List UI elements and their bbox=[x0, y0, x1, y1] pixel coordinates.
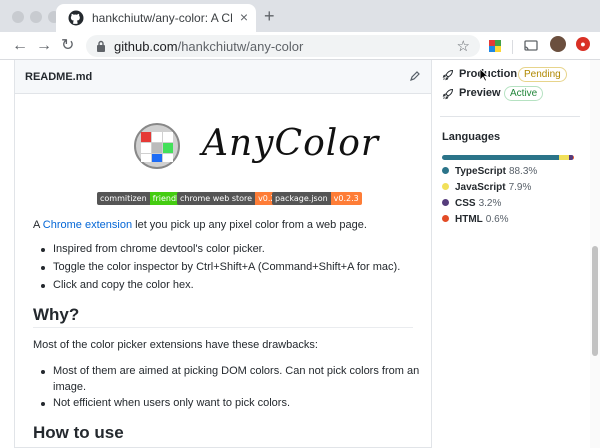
github-icon bbox=[68, 10, 84, 26]
intro-suffix: let you pick up any pixel color from a w… bbox=[132, 219, 367, 231]
language-name: TypeScript bbox=[455, 166, 506, 177]
anycolor-extension-icon[interactable] bbox=[488, 39, 502, 53]
readme-panel: README.md AnyColor commitizen friendly ch… bbox=[14, 60, 432, 448]
url-text: github.com/hankchiutw/any-color bbox=[114, 39, 303, 54]
language-item-html[interactable]: HTML 0.6% bbox=[442, 214, 509, 225]
anycolor-logo-icon bbox=[134, 123, 180, 169]
status-badge-pending: Pending bbox=[518, 67, 567, 82]
mouse-cursor-icon bbox=[479, 68, 489, 82]
url-path: /hankchiutw/any-color bbox=[177, 39, 304, 54]
language-name: HTML bbox=[455, 214, 483, 225]
language-name: JavaScript bbox=[455, 182, 506, 193]
profile-avatar[interactable] bbox=[550, 36, 566, 52]
readme-title: README.md bbox=[25, 71, 93, 83]
badge-label: package.json bbox=[272, 192, 331, 205]
package-json-badge[interactable]: package.json v0.2.3 bbox=[272, 192, 362, 205]
forward-button[interactable]: → bbox=[36, 36, 52, 56]
list-item: Toggle the color inspector by Ctrl+Shift… bbox=[53, 261, 401, 273]
list-item: Inspired from chrome devtool's color pic… bbox=[53, 243, 265, 255]
new-tab-button[interactable]: + bbox=[264, 6, 275, 26]
language-bar-segment bbox=[573, 155, 574, 160]
browser-toolbar: ← → ↻ github.com/hankchiutw/any-color ☆ bbox=[0, 32, 600, 60]
cast-icon[interactable] bbox=[524, 39, 538, 53]
language-percent: 3.2% bbox=[478, 198, 502, 209]
language-item-typescript[interactable]: TypeScript 88.3% bbox=[442, 166, 537, 177]
close-window-button[interactable] bbox=[12, 11, 24, 23]
how-to-use-heading: How to use bbox=[33, 423, 124, 442]
address-bar[interactable]: github.com/hankchiutw/any-color ☆ bbox=[86, 35, 480, 57]
badge-value: v0.2.3 bbox=[330, 192, 362, 205]
bullet-dot bbox=[41, 248, 45, 252]
language-bar bbox=[442, 155, 574, 160]
chrome-web-store-badge[interactable]: chrome web store v0.2.3 bbox=[177, 192, 287, 205]
tab-strip: hankchiutw/any-color: A Chrome × + bbox=[0, 0, 600, 32]
language-percent: 0.6% bbox=[485, 214, 509, 225]
list-item: Not efficient when users only want to pi… bbox=[53, 397, 291, 409]
toolbar-separator bbox=[512, 40, 513, 54]
bullet-dot bbox=[41, 266, 45, 270]
language-percent: 7.9% bbox=[508, 182, 532, 193]
heading-divider bbox=[33, 327, 413, 328]
tab-title: hankchiutw/any-color: A Chrome bbox=[92, 11, 232, 25]
tab-close-icon[interactable]: × bbox=[240, 9, 248, 25]
environment-preview[interactable]: Preview bbox=[459, 87, 501, 99]
why-intro: Most of the color picker extensions have… bbox=[33, 339, 318, 351]
status-badge-active: Active bbox=[504, 86, 544, 101]
logo-wordmark: AnyColor bbox=[202, 123, 380, 164]
extension-badge-icon[interactable]: ● bbox=[576, 37, 590, 51]
list-item-continuation: image. bbox=[53, 381, 87, 393]
badge-label: commitizen bbox=[97, 192, 150, 205]
list-item: Click and copy the color hex. bbox=[53, 279, 194, 291]
repo-sidebar: Production Pending Preview Active Langua… bbox=[432, 60, 600, 448]
language-bar-segment bbox=[442, 155, 559, 160]
reload-button[interactable]: ↻ bbox=[61, 36, 74, 56]
rocket-icon bbox=[442, 69, 454, 81]
language-color-dot bbox=[442, 167, 449, 174]
language-item-css[interactable]: CSS 3.2% bbox=[442, 198, 501, 209]
bullet-dot bbox=[41, 284, 45, 288]
sidebar-divider bbox=[440, 116, 580, 117]
lock-icon bbox=[97, 40, 105, 52]
intro-paragraph: A Chrome extension let you pick up any p… bbox=[33, 219, 367, 231]
chrome-extension-link[interactable]: Chrome extension bbox=[43, 219, 132, 231]
commitizen-badge[interactable]: commitizen friendly bbox=[97, 192, 187, 205]
intro-prefix: A bbox=[33, 219, 43, 231]
language-color-dot bbox=[442, 199, 449, 206]
page-scrollbar-thumb[interactable] bbox=[592, 246, 598, 356]
back-button[interactable]: ← bbox=[12, 36, 28, 56]
language-color-dot bbox=[442, 183, 449, 190]
language-percent: 88.3% bbox=[508, 166, 538, 177]
bullet-dot bbox=[41, 402, 45, 406]
badge-label: chrome web store bbox=[177, 192, 256, 205]
edit-pencil-icon[interactable] bbox=[409, 70, 421, 82]
minimize-window-button[interactable] bbox=[30, 11, 42, 23]
url-host: github.com bbox=[114, 39, 178, 54]
bullet-dot bbox=[41, 370, 45, 374]
language-item-javascript[interactable]: JavaScript 7.9% bbox=[442, 182, 531, 193]
languages-title: Languages bbox=[442, 131, 501, 143]
list-item: Most of them are aimed at picking DOM co… bbox=[53, 365, 420, 377]
active-tab[interactable]: hankchiutw/any-color: A Chrome × bbox=[56, 4, 256, 32]
language-name: CSS bbox=[455, 198, 476, 209]
rocket-icon bbox=[442, 88, 454, 100]
why-heading: Why? bbox=[33, 305, 80, 324]
language-bar-segment bbox=[558, 155, 569, 160]
readme-header: README.md bbox=[15, 60, 431, 94]
bookmark-star-icon[interactable]: ☆ bbox=[457, 37, 470, 55]
language-color-dot bbox=[442, 215, 449, 222]
